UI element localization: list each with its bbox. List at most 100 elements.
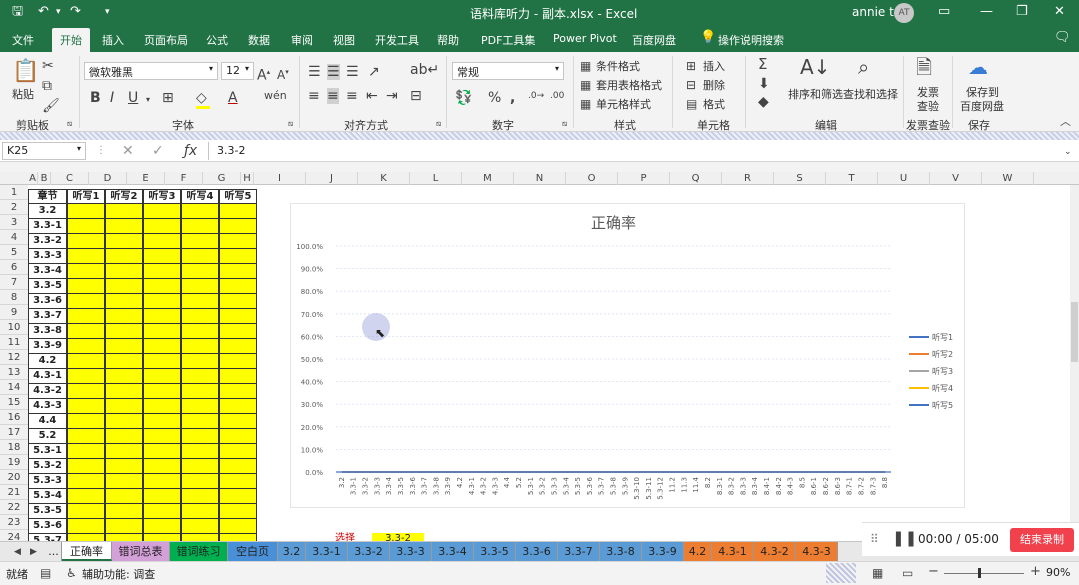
row-header[interactable]: 22 <box>0 500 28 515</box>
border-icon[interactable]: ⊞ <box>162 90 174 106</box>
find-select-button[interactable]: 查找和选择 <box>843 86 898 102</box>
score-cell[interactable] <box>219 429 257 444</box>
score-cell[interactable] <box>219 459 257 474</box>
column-header[interactable]: D <box>89 172 127 185</box>
chapter-cell[interactable]: 5.3-6 <box>28 519 67 534</box>
comment-icon[interactable]: 🗨 <box>1054 30 1071 45</box>
score-cell[interactable] <box>67 384 105 399</box>
score-cell[interactable] <box>143 264 181 279</box>
paste-icon[interactable]: 📋 <box>12 60 39 84</box>
delete-cells-button[interactable]: 删除 <box>703 77 725 93</box>
align-bottom-icon[interactable]: ☰ <box>346 64 359 80</box>
score-cell[interactable] <box>105 474 143 489</box>
ribbon-display-icon[interactable]: ▭ <box>938 3 950 21</box>
score-cell[interactable] <box>181 504 219 519</box>
chapter-cell[interactable]: 3.3-1 <box>28 219 67 234</box>
sheet-tab[interactable]: 3.3-7 <box>558 542 600 561</box>
invoice-check-icon[interactable]: 🗎 <box>916 56 932 78</box>
row-header[interactable]: 11 <box>0 335 28 350</box>
sheet-tab[interactable]: 3.3-1 <box>306 542 348 561</box>
quick-access-dropdown-icon[interactable]: ▾ <box>105 3 110 21</box>
chapter-cell[interactable]: 5.3-4 <box>28 489 67 504</box>
save-icon[interactable]: 🖫 <box>12 3 23 21</box>
score-cell[interactable] <box>105 489 143 504</box>
macro-icon[interactable]: ▤ <box>40 565 51 581</box>
drag-handle-icon[interactable]: ⠿ <box>870 531 879 547</box>
tab-page-layout[interactable]: 页面布局 <box>144 32 188 48</box>
stop-recording-button[interactable]: 结束录制 <box>1010 528 1074 552</box>
sort-filter-icon[interactable]: A↓ <box>800 56 830 78</box>
clear-icon[interactable]: ◆ <box>758 94 769 110</box>
align-launcher-icon[interactable]: ⧅ <box>436 116 441 132</box>
score-cell[interactable] <box>105 264 143 279</box>
sheet-tab[interactable]: 4.3-1 <box>712 542 754 561</box>
insert-cells-button[interactable]: 插入 <box>703 58 725 74</box>
format-cells-button[interactable]: 格式 <box>703 96 725 112</box>
column-header[interactable]: I <box>254 172 306 185</box>
score-cell[interactable] <box>143 324 181 339</box>
score-cell[interactable] <box>105 339 143 354</box>
row-header[interactable]: 13 <box>0 365 28 380</box>
column-header[interactable]: O <box>566 172 618 185</box>
column-header[interactable]: W <box>982 172 1034 185</box>
increase-font-icon[interactable]: A▴ <box>257 64 270 84</box>
score-cell[interactable] <box>181 324 219 339</box>
column-header[interactable]: G <box>203 172 241 185</box>
expand-formula-icon[interactable]: ⌄ <box>1064 144 1072 160</box>
score-cell[interactable] <box>143 384 181 399</box>
restore-icon[interactable]: ❐ <box>1016 3 1028 21</box>
column-header[interactable]: K <box>358 172 410 185</box>
tab-scroll-right-icon[interactable]: ▶ <box>30 544 37 560</box>
sheet-tab[interactable]: 3.3-9 <box>642 542 684 561</box>
tab-help[interactable]: 帮助 <box>437 32 459 48</box>
score-cell[interactable] <box>219 249 257 264</box>
score-cell[interactable] <box>105 354 143 369</box>
row-header[interactable]: 8 <box>0 290 28 305</box>
function-icon[interactable]: ƒx <box>184 143 197 159</box>
chapter-cell[interactable]: 5.3-3 <box>28 474 67 489</box>
chapter-cell[interactable]: 3.3-4 <box>28 264 67 279</box>
score-cell[interactable] <box>181 489 219 504</box>
chapter-cell[interactable]: 3.2 <box>28 204 67 219</box>
cut-icon[interactable]: ✂ <box>42 58 54 74</box>
chapter-cell[interactable]: 4.3-3 <box>28 399 67 414</box>
tab-pdf-tools[interactable]: PDF工具集 <box>481 32 535 48</box>
row-header[interactable]: 4 <box>0 230 28 245</box>
column-header[interactable]: A <box>28 172 38 185</box>
sheet-tab[interactable]: ... <box>46 542 62 561</box>
chapter-cell[interactable]: 5.2 <box>28 429 67 444</box>
chapter-cell[interactable]: 5.3-1 <box>28 444 67 459</box>
tab-developer[interactable]: 开发工具 <box>375 32 419 48</box>
zoom-out-icon[interactable]: − <box>928 564 939 580</box>
cell-style-icon[interactable]: ▦ <box>580 96 591 112</box>
tab-review[interactable]: 审阅 <box>291 32 313 48</box>
tab-scroll-left-icon[interactable]: ◀ <box>14 544 21 560</box>
chapter-cell[interactable]: 4.2 <box>28 354 67 369</box>
score-cell[interactable] <box>67 279 105 294</box>
score-cell[interactable] <box>219 444 257 459</box>
score-cell[interactable] <box>219 324 257 339</box>
score-cell[interactable] <box>181 309 219 324</box>
increase-indent-icon[interactable]: ⇥ <box>386 88 398 104</box>
merge-center-icon[interactable]: ⊟ <box>410 88 422 104</box>
save-baidu-label-2[interactable]: 百度网盘 <box>960 98 1004 114</box>
tab-insert[interactable]: 插入 <box>102 32 124 48</box>
score-cell[interactable] <box>181 369 219 384</box>
align-top-icon[interactable]: ☰ <box>308 64 321 80</box>
score-cell[interactable] <box>143 309 181 324</box>
row-header[interactable]: 9 <box>0 305 28 320</box>
score-cell[interactable] <box>143 219 181 234</box>
score-cell[interactable] <box>67 474 105 489</box>
score-cell[interactable] <box>67 264 105 279</box>
score-cell[interactable] <box>143 519 181 534</box>
column-header[interactable]: S <box>774 172 826 185</box>
tab-data[interactable]: 数据 <box>248 32 270 48</box>
score-cell[interactable] <box>181 264 219 279</box>
score-cell[interactable] <box>219 474 257 489</box>
chapter-cell[interactable]: 3.3-3 <box>28 249 67 264</box>
increase-decimal-icon[interactable]: .0→ <box>528 88 544 104</box>
avatar[interactable]: AT <box>894 3 914 23</box>
status-accessibility[interactable]: 辅助功能: 调查 <box>82 566 155 582</box>
score-cell[interactable] <box>219 294 257 309</box>
score-cell[interactable] <box>219 414 257 429</box>
